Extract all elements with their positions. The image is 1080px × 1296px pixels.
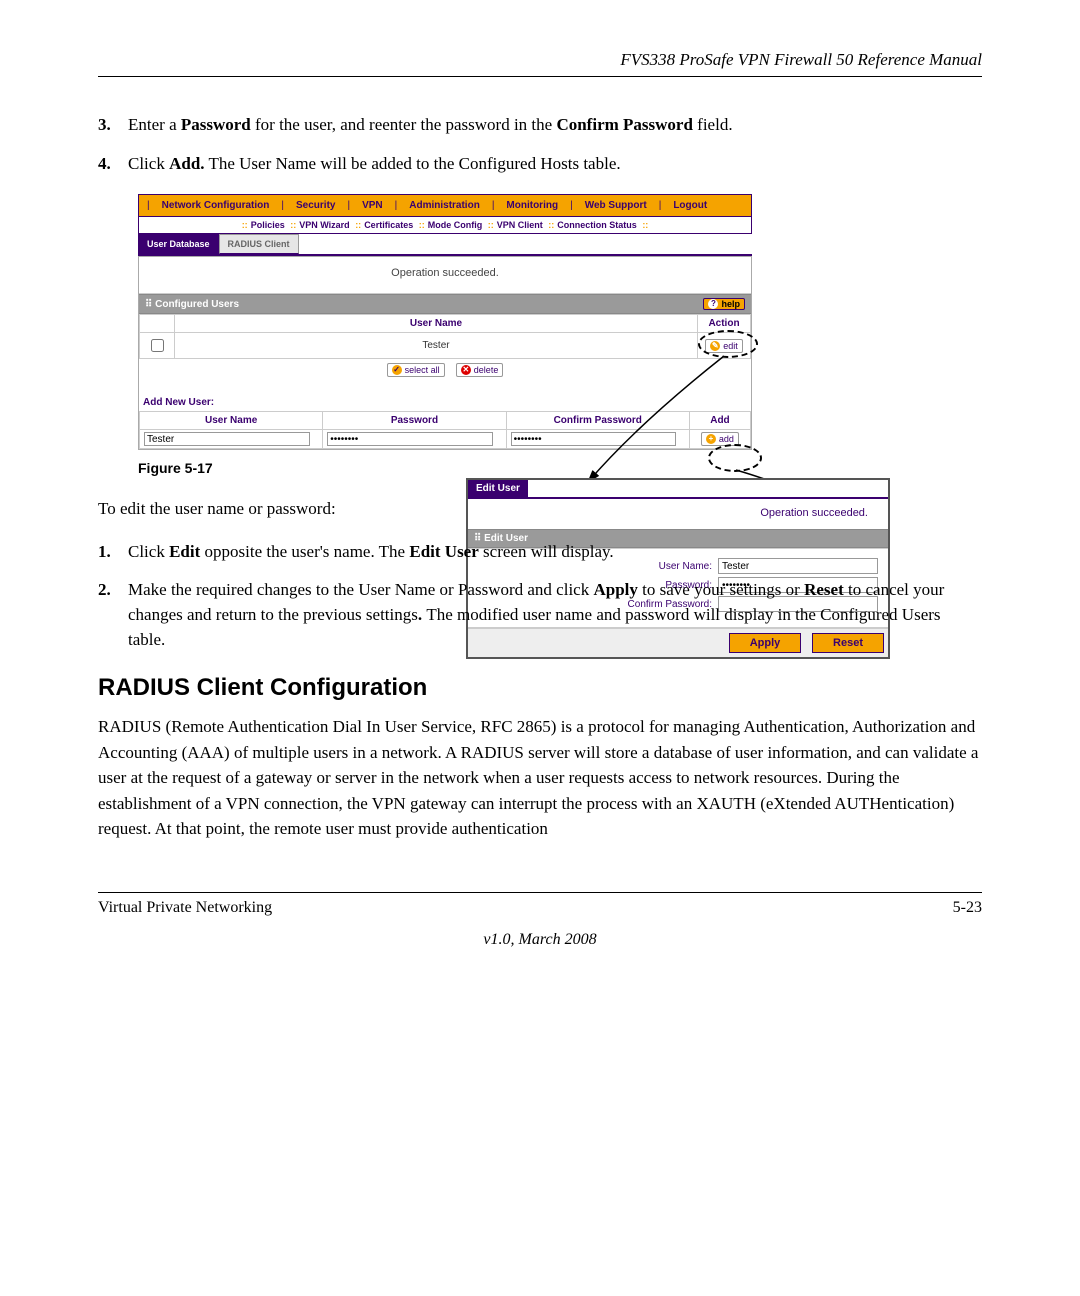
step-3: Enter a Password for the user, and reent… (128, 115, 733, 134)
radius-paragraph: RADIUS (Remote Authentication Dial In Us… (98, 714, 982, 842)
figure-caption: Figure 5-17 (138, 460, 982, 476)
nav-security[interactable]: Security (290, 198, 341, 213)
editwin-tab: Edit User (468, 480, 528, 497)
delete-icon: ✕ (461, 365, 471, 375)
cell-username: Tester (175, 333, 698, 359)
add-user-table: User Name Password Confirm Password Add … (139, 411, 751, 449)
addcol-user: User Name (140, 412, 323, 430)
nav-websupport[interactable]: Web Support (579, 198, 653, 213)
status-text: Operation succeeded. (139, 257, 751, 294)
footer-right: 5-23 (953, 899, 982, 917)
top-nav: | Network Configuration| Security| VPN| … (138, 194, 752, 217)
panel: Operation succeeded. ⠿ Configured Users … (138, 256, 752, 450)
sub-nav: ::Policies ::VPN Wizard ::Certificates :… (138, 217, 752, 234)
add-username-input[interactable] (144, 432, 310, 446)
subnav-vpnwizard[interactable]: VPN Wizard (299, 220, 349, 230)
addcol-pass: Password (323, 412, 506, 430)
footer: Virtual Private Networking 5-23 v1.0, Ma… (98, 892, 982, 949)
bulk-buttons: ✓select all ✕delete (139, 359, 751, 391)
plus-icon: + (706, 434, 716, 444)
nav-admin[interactable]: Administration (403, 198, 486, 213)
edit-step-1: Click Edit opposite the user's name. The… (128, 542, 614, 561)
edit-button[interactable]: ✎edit (705, 339, 743, 353)
configured-users-table: User Name Action Tester ✎edit (139, 314, 751, 359)
col-username: User Name (175, 315, 698, 333)
figure-5-17: | Network Configuration| Security| VPN| … (138, 194, 888, 450)
section-configured-users: ⠿ Configured Users ?help (139, 294, 751, 314)
addcol-confirm: Confirm Password (506, 412, 689, 430)
tab-user-database[interactable]: User Database (138, 234, 219, 254)
check-icon: ✓ (392, 365, 402, 375)
edit-icon: ✎ (710, 341, 720, 351)
table-row: Tester ✎edit (140, 333, 751, 359)
addcol-add: Add (689, 412, 750, 430)
footer-version: v1.0, March 2008 (98, 931, 982, 949)
help-icon: ? (708, 299, 718, 309)
subnav-vpnclient[interactable]: VPN Client (497, 220, 543, 230)
tab-radius-client[interactable]: RADIUS Client (219, 234, 299, 254)
add-password-input[interactable] (327, 432, 493, 446)
app-shell: | Network Configuration| Security| VPN| … (138, 194, 752, 450)
selectall-button[interactable]: ✓select all (387, 363, 445, 377)
delete-button[interactable]: ✕delete (456, 363, 504, 377)
add-confirm-input[interactable] (511, 432, 677, 446)
subnav-modeconfig[interactable]: Mode Config (428, 220, 483, 230)
step-4: Click Add. The User Name will be added t… (128, 154, 621, 173)
editwin-status: Operation succeeded. (468, 499, 888, 529)
tabs: User Database RADIUS Client (138, 234, 752, 254)
row-checkbox[interactable] (151, 339, 164, 352)
add-new-user-heading: Add New User: (139, 391, 751, 411)
subnav-connstatus[interactable]: Connection Status (557, 220, 637, 230)
nav-network-config[interactable]: Network Configuration (156, 198, 276, 213)
steps-list: 3.Enter a Password for the user, and ree… (98, 113, 982, 176)
edit-step-2: Make the required changes to the User Na… (128, 580, 944, 648)
nav-logout[interactable]: Logout (667, 198, 713, 213)
doc-header: FVS338 ProSafe VPN Firewall 50 Reference… (98, 50, 982, 77)
nav-monitoring[interactable]: Monitoring (500, 198, 564, 213)
help-button[interactable]: ?help (703, 298, 745, 310)
nav-vpn[interactable]: VPN (356, 198, 389, 213)
add-button[interactable]: +add (701, 432, 739, 446)
edit-steps: 1.Click Edit opposite the user's name. T… (98, 540, 982, 653)
section-heading: RADIUS Client Configuration (98, 674, 982, 702)
subnav-policies[interactable]: Policies (251, 220, 285, 230)
subnav-certificates[interactable]: Certificates (364, 220, 413, 230)
col-action: Action (698, 315, 751, 333)
footer-left: Virtual Private Networking (98, 899, 272, 917)
